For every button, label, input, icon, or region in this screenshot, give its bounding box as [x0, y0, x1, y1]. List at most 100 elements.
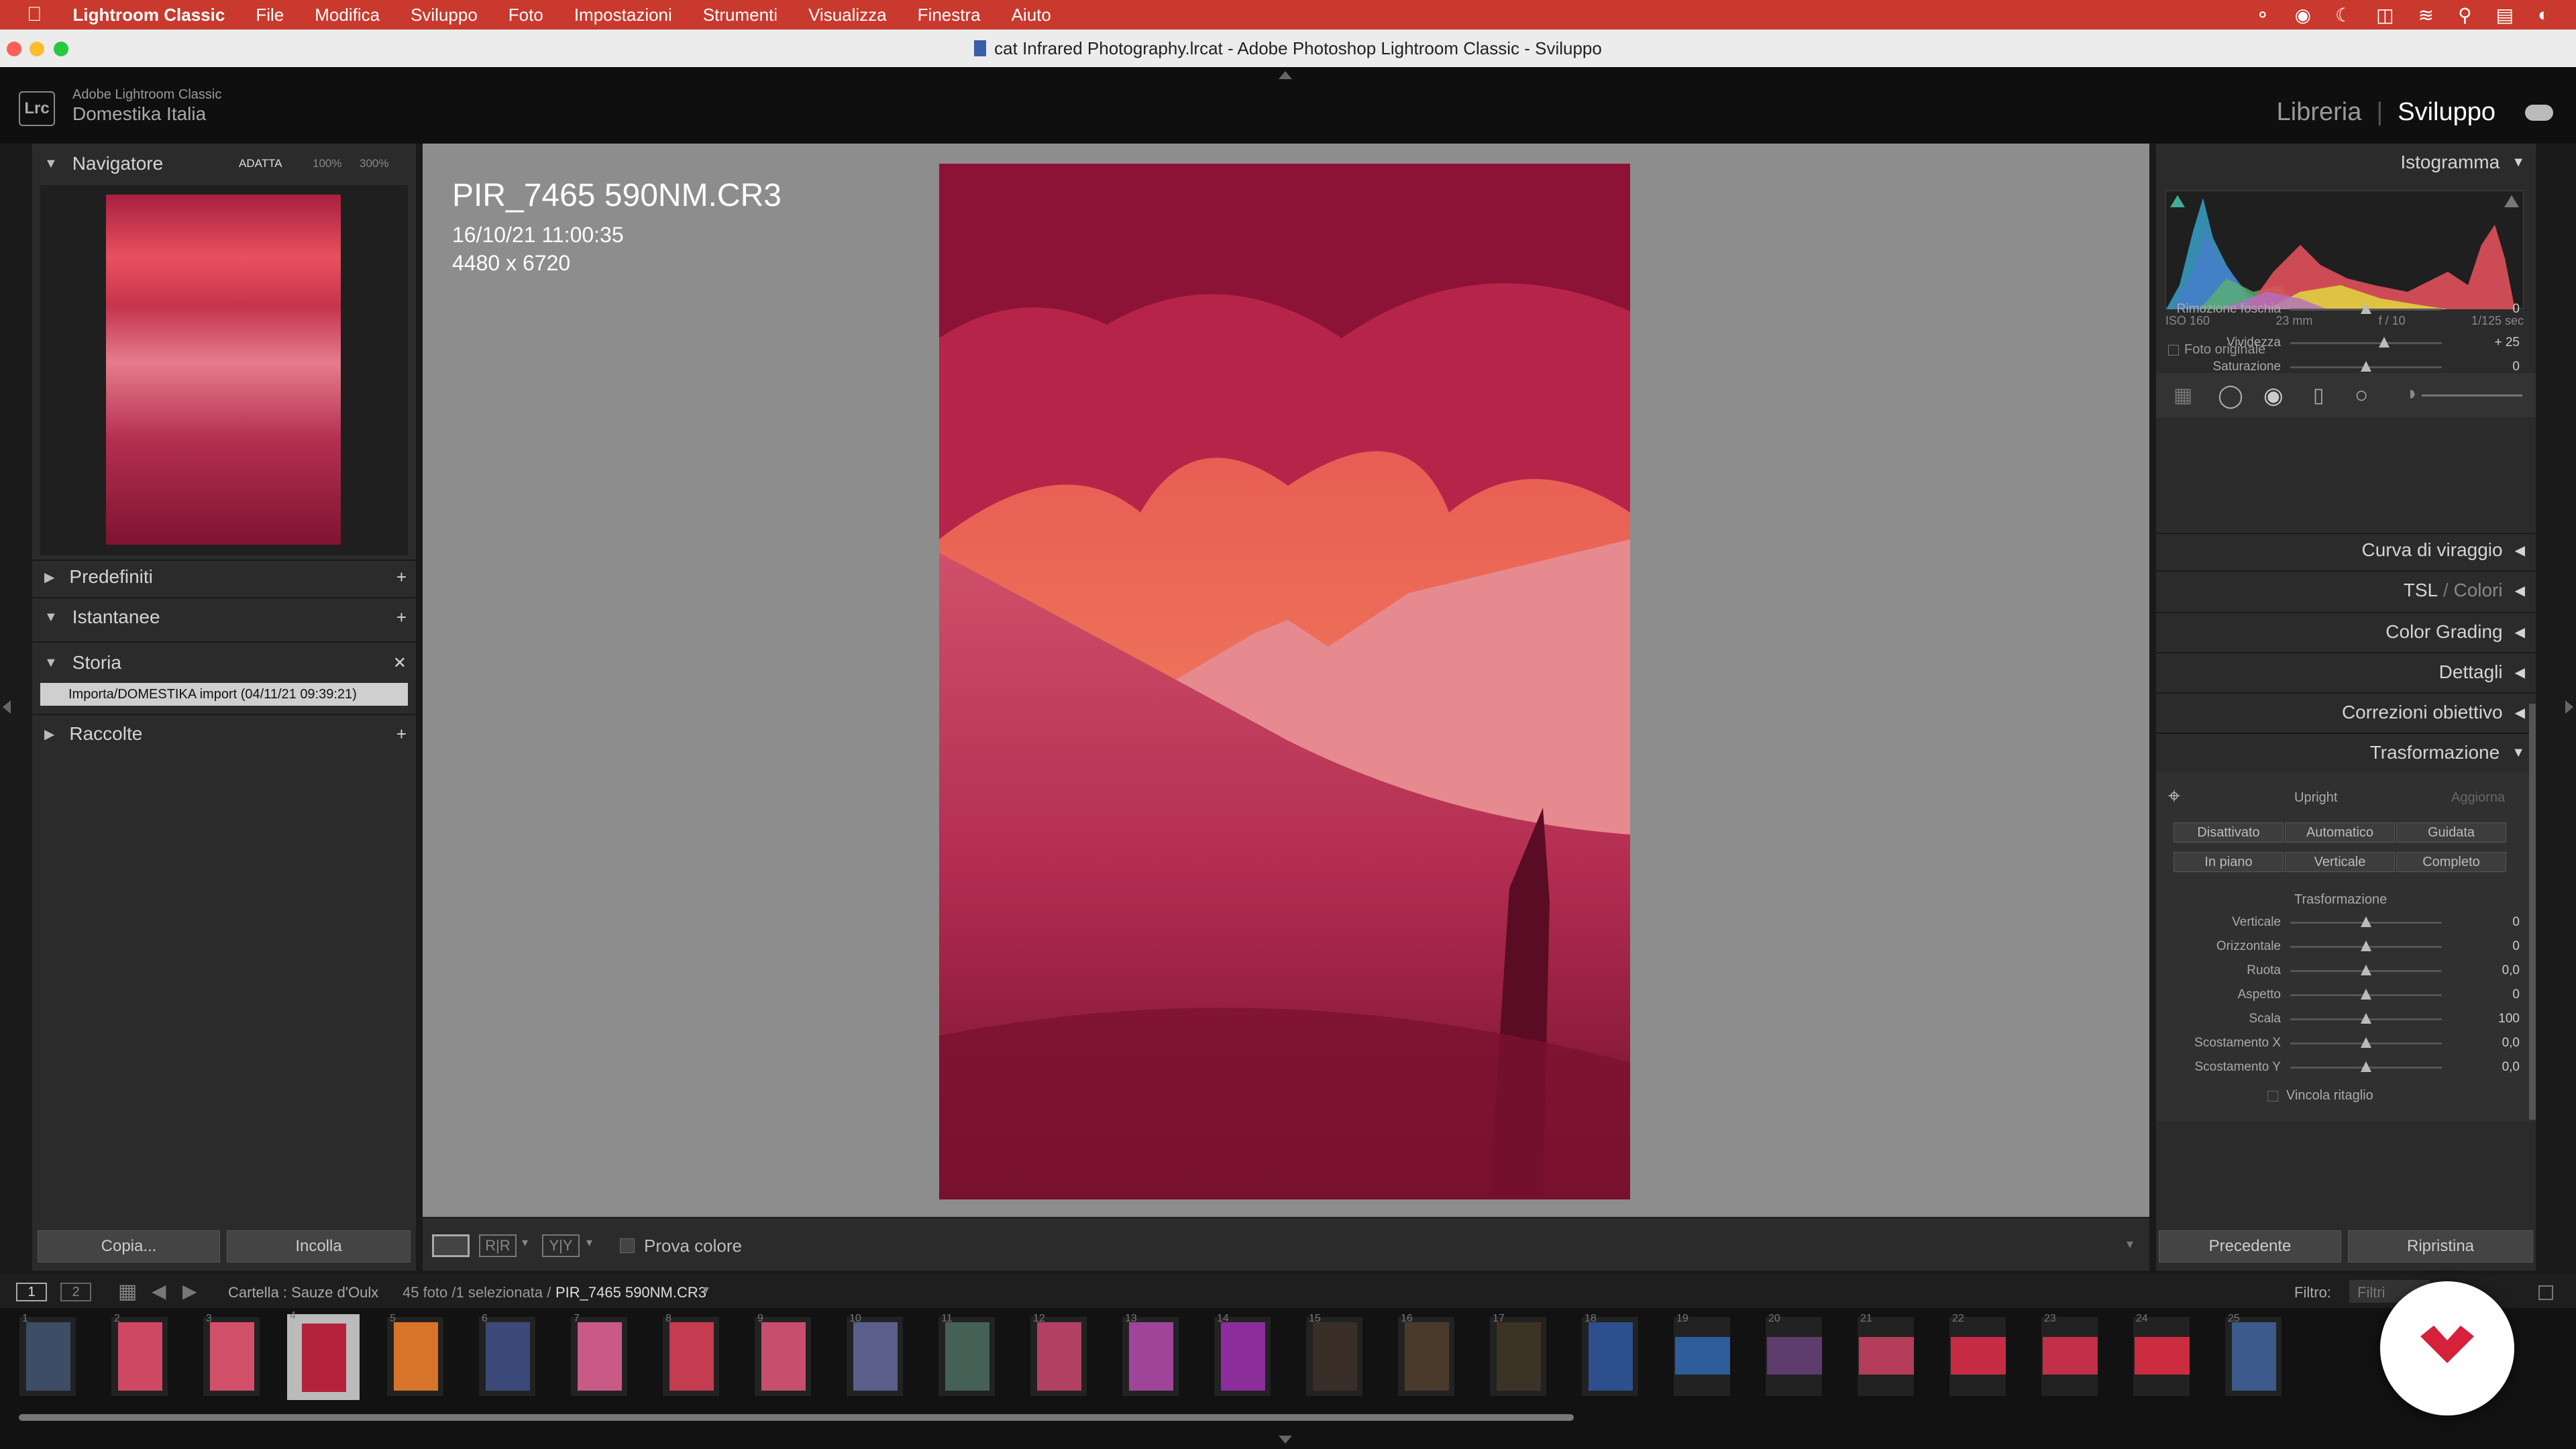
- menu-finestra[interactable]: Finestra: [918, 5, 981, 25]
- siri-icon[interactable]: ◐: [2538, 4, 2549, 26]
- slider-value[interactable]: 0: [2512, 360, 2520, 374]
- loupe-view-icon[interactable]: [432, 1234, 470, 1257]
- filmstrip-thumbnail[interactable]: 6: [478, 1313, 536, 1397]
- graduated-filter-icon[interactable]: ▯: [2313, 384, 2324, 407]
- lens-corrections-header[interactable]: Correzioni obiettivo ◀: [2342, 694, 2525, 731]
- grid-view-icon[interactable]: ▦: [118, 1280, 137, 1303]
- source-folder[interactable]: Cartella : Sauze d'Oulx: [228, 1284, 378, 1301]
- history-header[interactable]: ▼ Storia ✕: [32, 643, 416, 683]
- filmstrip-thumbnail[interactable]: 1: [19, 1313, 76, 1397]
- top-panel-toggle[interactable]: [1279, 71, 1292, 79]
- zoom-300[interactable]: 300%: [360, 157, 388, 170]
- add-collection-icon[interactable]: +: [396, 724, 407, 745]
- slider-row[interactable]: Ruota 0,0: [2156, 959, 2536, 982]
- tone-curve-header[interactable]: Curva di viraggio ◀: [2362, 531, 2526, 569]
- minimize-button[interactable]: [30, 42, 44, 56]
- crop-overlay-icon[interactable]: ▦: [2174, 384, 2192, 407]
- menu-app[interactable]: Lightroom Classic: [73, 5, 225, 25]
- slider-knob[interactable]: [2361, 303, 2371, 314]
- filename-dropdown-icon[interactable]: ▾: [703, 1283, 709, 1297]
- paste-button[interactable]: Incolla: [227, 1230, 411, 1263]
- collections-header[interactable]: ▶ Raccolte +: [32, 714, 416, 754]
- control-center-icon[interactable]: ▤: [2496, 4, 2514, 26]
- filmstrip-thumbnail[interactable]: 12: [1030, 1313, 1087, 1397]
- upright-vertical-button[interactable]: Verticale: [2285, 852, 2395, 872]
- slider-knob[interactable]: [2361, 361, 2371, 372]
- histogram[interactable]: [2165, 191, 2524, 309]
- bottom-panel-toggle[interactable]: [1279, 1436, 1292, 1444]
- menu-sviluppo[interactable]: Sviluppo: [411, 5, 478, 25]
- slider-value[interactable]: 0: [2512, 915, 2520, 930]
- filmstrip-thumbnail[interactable]: 21: [1857, 1313, 1915, 1397]
- apple-icon[interactable]: : [27, 3, 42, 26]
- close-button[interactable]: [7, 42, 21, 56]
- slider-knob[interactable]: [2361, 916, 2371, 927]
- filmstrip-thumbnail[interactable]: 3: [203, 1313, 260, 1397]
- shadow-clipping-icon[interactable]: [2170, 195, 2185, 207]
- zoom-button[interactable]: [54, 42, 68, 56]
- filmstrip-thumbnail[interactable]: 19: [1673, 1313, 1731, 1397]
- filmstrip-thumbnail[interactable]: 2: [111, 1313, 168, 1397]
- color-grading-header[interactable]: Color Grading ◀: [2385, 613, 2525, 651]
- filmstrip-thumbnail[interactable]: 24: [2133, 1313, 2190, 1397]
- filter-switch[interactable]: [2538, 1285, 2553, 1300]
- moon-icon[interactable]: ☾: [2335, 4, 2352, 26]
- zoom-fit[interactable]: ADATTA: [239, 157, 282, 170]
- slider-knob[interactable]: [2361, 1037, 2371, 1048]
- filmstrip-thumbnail[interactable]: 10: [846, 1313, 904, 1397]
- upright-auto-button[interactable]: Automatico: [2285, 822, 2395, 843]
- right-panel-toggle[interactable]: [2565, 700, 2573, 714]
- slider-value[interactable]: 0: [2512, 939, 2520, 954]
- slider-value[interactable]: 0,0: [2502, 1036, 2520, 1051]
- brush-size-slider[interactable]: [2422, 394, 2522, 396]
- filmstrip-thumbnail[interactable]: 5: [386, 1313, 444, 1397]
- slider-row[interactable]: Rimozione foschia 0: [2156, 298, 2536, 321]
- filmstrip-thumbnail[interactable]: 14: [1214, 1313, 1271, 1397]
- filmstrip-thumbnail[interactable]: 13: [1122, 1313, 1179, 1397]
- slider-knob[interactable]: [2379, 337, 2390, 347]
- slider-row[interactable]: Scostamento Y 0,0: [2156, 1056, 2536, 1079]
- slider-track[interactable]: [2290, 342, 2442, 344]
- filmstrip-thumbnail[interactable]: 9: [754, 1313, 812, 1397]
- menu-aiuto[interactable]: Aiuto: [1012, 5, 1051, 25]
- slider-value[interactable]: + 25: [2494, 335, 2520, 350]
- window-icon[interactable]: ◫: [2376, 4, 2394, 26]
- forward-arrow-icon[interactable]: ▶: [182, 1280, 197, 1302]
- slider-row[interactable]: Scala 100: [2156, 1008, 2536, 1030]
- copy-button[interactable]: Copia...: [38, 1230, 220, 1263]
- highlight-clipping-icon[interactable]: [2504, 195, 2519, 207]
- clear-history-icon[interactable]: ✕: [393, 653, 407, 673]
- history-item[interactable]: Importa/DOMESTIKA import (04/11/21 09:39…: [40, 683, 408, 706]
- filmstrip-thumbnail[interactable]: 20: [1765, 1313, 1823, 1397]
- slider-row[interactable]: Scostamento X 0,0: [2156, 1032, 2536, 1055]
- detail-header[interactable]: Dettagli ◀: [2439, 653, 2525, 691]
- slider-knob[interactable]: [2361, 1013, 2371, 1024]
- slider-value[interactable]: 0,0: [2502, 1060, 2520, 1075]
- upright-guided-button[interactable]: Guidata: [2396, 822, 2506, 843]
- before-after-swap-icon[interactable]: Y|Y: [542, 1234, 580, 1257]
- menu-strumenti[interactable]: Strumenti: [703, 5, 777, 25]
- filmstrip-scrollbar[interactable]: [19, 1414, 1574, 1421]
- radial-filter-icon[interactable]: ○: [2355, 382, 2369, 409]
- add-preset-icon[interactable]: +: [396, 567, 407, 588]
- navigator-preview[interactable]: [106, 195, 341, 545]
- slider-knob[interactable]: [2361, 965, 2371, 975]
- right-scrollbar[interactable]: [2529, 704, 2536, 1120]
- adjustment-brush-icon[interactable]: ◑: [2404, 382, 2416, 405]
- slider-knob[interactable]: [2361, 1061, 2371, 1072]
- histogram-header[interactable]: Istogramma ▼: [2400, 144, 2525, 181]
- reset-button[interactable]: Ripristina: [2348, 1230, 2533, 1263]
- slider-row[interactable]: Orizzontale 0: [2156, 935, 2536, 958]
- toolbar-options-icon[interactable]: ▾: [2127, 1236, 2133, 1252]
- module-libreria[interactable]: Libreria: [2277, 98, 2362, 127]
- before-after-dropdown-icon[interactable]: ▾: [522, 1236, 528, 1250]
- menu-file[interactable]: File: [256, 5, 284, 25]
- filmstrip-thumbnail[interactable]: 17: [1489, 1313, 1547, 1397]
- slider-row[interactable]: Vividezza + 25: [2156, 331, 2536, 354]
- filmstrip-thumbnail[interactable]: 15: [1305, 1313, 1363, 1397]
- slider-value[interactable]: 100: [2498, 1012, 2520, 1026]
- hsl-header[interactable]: TSL / Colori ◀: [2404, 572, 2525, 609]
- filmstrip-thumbnail[interactable]: 23: [2041, 1313, 2098, 1397]
- presets-header[interactable]: ▶ Predefiniti +: [32, 557, 416, 597]
- zoom-100[interactable]: 100%: [313, 157, 341, 170]
